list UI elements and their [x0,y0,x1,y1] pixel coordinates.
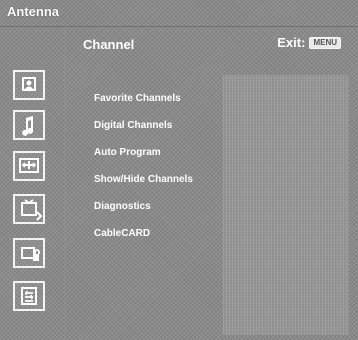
exit-hint: Exit: MENU [277,35,341,50]
menu-item-cablecard[interactable]: CableCARD [94,220,224,247]
picture-icon-graphic [22,77,36,91]
exit-label: Exit: [277,35,306,50]
menu-item-show-hide-channels[interactable]: Show/Hide Channels [94,166,224,193]
top-bar: Antenna [0,0,358,27]
channel-icon-graphic [21,199,43,221]
navigation-divider [64,26,65,340]
lock-icon[interactable] [13,238,45,268]
menu-item-diagnostics[interactable]: Diagnostics [94,193,224,220]
screen-adjust-icon-graphic [19,158,39,173]
lock-icon-graphic [21,247,40,261]
music-note-icon-graphic [22,116,34,136]
channel-icon[interactable] [13,194,45,224]
preview-pane [223,75,349,335]
screen-adjust-icon[interactable] [13,151,45,181]
panel-title: Channel [83,37,135,52]
setup-icon-graphic [21,287,37,305]
menu-item-auto-program[interactable]: Auto Program [94,139,224,166]
input-source-label: Antenna [7,4,59,19]
picture-icon[interactable] [13,70,45,100]
channel-menu-list: Favorite Channels Digital Channels Auto … [94,85,224,247]
setup-icon[interactable] [13,281,45,311]
menu-button-badge: MENU [309,36,341,49]
left-navigation [0,26,64,340]
music-note-icon[interactable] [13,110,45,140]
menu-item-favorite-channels[interactable]: Favorite Channels [94,85,224,112]
menu-item-digital-channels[interactable]: Digital Channels [94,112,224,139]
